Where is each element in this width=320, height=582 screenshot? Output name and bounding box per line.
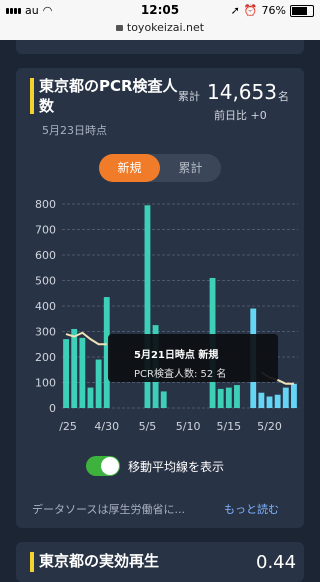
url-bar[interactable]: toyokeizai.net	[0, 21, 320, 34]
chart-tooltip: 5月21日時点 新規 PCR検査人数: 52 名	[108, 334, 278, 382]
y-tick-label: 600	[35, 249, 56, 262]
x-tick-label: 4/30	[94, 420, 119, 433]
url-text: toyokeizai.net	[126, 21, 205, 34]
x-tick-label: 5/5	[139, 420, 157, 433]
y-tick-label: 200	[35, 351, 56, 364]
alarm-icon: ⏰	[243, 4, 258, 17]
tab-cumulative[interactable]: 累計	[160, 154, 221, 182]
as-of-date: 5月23日時点	[42, 124, 107, 137]
tab-new[interactable]: 新規	[99, 154, 160, 182]
lock-icon	[115, 25, 123, 31]
total-value: 14,653	[207, 80, 277, 104]
chart-bar[interactable]	[234, 385, 240, 408]
chart-bar[interactable]	[160, 391, 167, 408]
chart-bar[interactable]	[291, 383, 297, 408]
status-bar: au ◠ 12:05 ➚ ⏰ 76% toyokeizai.net	[0, 0, 320, 40]
tooltip-body: PCR検査人数: 52 名	[134, 369, 227, 380]
chart-bar[interactable]	[266, 396, 273, 408]
y-tick-label: 500	[35, 275, 56, 288]
status-right: ➚ ⏰ 76%	[231, 4, 314, 17]
battery-percent: 76%	[261, 4, 286, 17]
pcr-card: 東京都のPCR検査人数 累計 14,653 名 前日比 +0 5月23日時点 新…	[16, 68, 304, 528]
y-tick-label: 100	[35, 377, 56, 390]
read-more-link[interactable]: もっと読む	[224, 501, 279, 517]
x-tick-label: 5/10	[176, 420, 201, 433]
chart-bar[interactable]	[87, 387, 94, 408]
chart-bar[interactable]	[274, 394, 281, 408]
chart-bar[interactable]	[282, 387, 289, 408]
previous-card	[16, 40, 304, 54]
y-tick-label: 800	[35, 198, 56, 211]
day-over-day: 前日比 +0	[214, 109, 267, 122]
data-source-text: データソースは厚生労働省に...	[32, 503, 185, 516]
total-unit: 名	[278, 90, 289, 103]
chart-bar[interactable]	[225, 387, 232, 408]
location-icon: ➚	[230, 4, 240, 17]
y-tick-label: 0	[49, 402, 56, 415]
chart-bar[interactable]	[71, 328, 78, 408]
moving-average-label: 移動平均線を表示	[128, 460, 225, 474]
chart-bar[interactable]	[63, 339, 69, 408]
card-accent	[30, 552, 34, 572]
card-title: 東京都のPCR検査人数	[39, 77, 178, 115]
x-tick-label: 5/20	[257, 420, 282, 433]
rt-card: 東京都の実効再生 0.44	[16, 542, 304, 582]
total-label: 累計	[178, 90, 200, 103]
chart-bar[interactable]	[79, 337, 86, 408]
moving-average-toggle[interactable]	[86, 456, 120, 476]
chart-bar[interactable]	[258, 392, 265, 408]
x-tick-label: /25	[59, 420, 77, 433]
y-tick-label: 300	[35, 326, 56, 339]
tooltip-title: 5月21日時点 新規	[134, 350, 219, 361]
card-accent	[30, 78, 34, 114]
y-tick-label: 700	[35, 224, 56, 237]
mode-toggle: 新規 累計	[99, 154, 221, 182]
y-tick-label: 400	[35, 300, 56, 313]
chart-bar[interactable]	[217, 388, 224, 408]
rt-value: 0.44	[256, 552, 297, 573]
battery-icon	[290, 4, 314, 17]
pcr-chart: 0 100 200 300 400 500 600 700 800 /25 4/30 5/5 5/10…	[35, 198, 298, 433]
toggle-knob	[101, 457, 119, 475]
chart-bar[interactable]	[95, 359, 102, 408]
x-tick-label: 5/15	[216, 420, 241, 433]
